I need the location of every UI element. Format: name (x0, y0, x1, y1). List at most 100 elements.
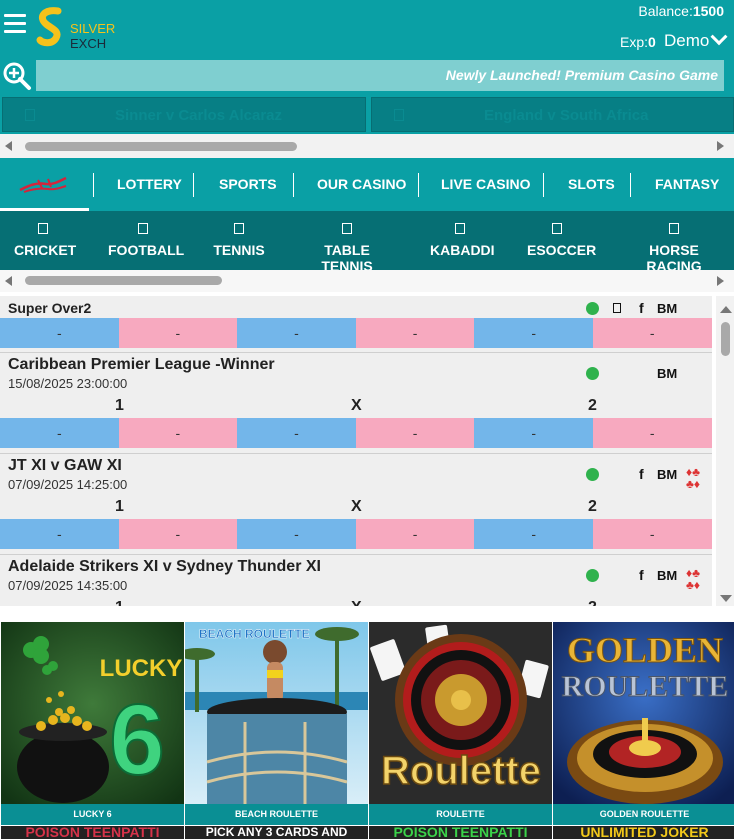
featured-match-title: England v South Africa (484, 107, 649, 124)
casino-games: LUCKY 6 LUCKY 6 BEACH ROULETTE BEACH ROU… (0, 620, 734, 839)
sport-label: FOOTBALL (108, 242, 185, 258)
cards-icon: ♦♣ ♣♦ (686, 566, 700, 592)
nav-our-casino[interactable]: OUR CASINO (317, 176, 406, 192)
lay-odds-cell[interactable]: - (118, 519, 238, 549)
casino-tile-roulette[interactable]: Roulette ROULETTE (369, 622, 552, 825)
back-odds-cell[interactable]: - (474, 519, 593, 549)
event-row[interactable]: Adelaide Strikers XI v Sydney Thunder XI… (0, 555, 712, 606)
event-row[interactable]: Super Over2 f BM - - - - - - (0, 296, 712, 353)
lay-odds-cell[interactable]: - (592, 519, 712, 549)
lay-odds-cell[interactable]: - (355, 418, 475, 448)
bookmaker-badge: BM (657, 467, 678, 482)
scrollbar-thumb[interactable] (25, 142, 297, 151)
golden-roulette-art-text: GOLDEN (567, 630, 723, 670)
sport-tab-esoccer[interactable]: ESOCCER (527, 223, 596, 258)
scroll-right-icon[interactable] (717, 276, 724, 286)
sport-tab-table-tennis[interactable]: TABLE TENNIS (301, 223, 393, 274)
nav-home[interactable] (0, 158, 89, 211)
scroll-left-icon[interactable] (5, 141, 12, 151)
nav-divider (293, 173, 294, 197)
event-date: 15/08/2025 23:00:00 (8, 376, 128, 391)
casino-tile-unlimited-joker[interactable]: UNLIMITED JOKER (553, 826, 734, 839)
event-name[interactable]: JT XI v GAW XI (8, 457, 122, 475)
bookmaker-badge: BM (657, 366, 678, 381)
nav-divider (418, 173, 419, 197)
lay-odds-cell[interactable]: - (592, 318, 712, 348)
event-name[interactable]: Adelaide Strikers XI v Sydney Thunder XI (8, 558, 321, 576)
lay-odds-cell[interactable]: - (118, 318, 238, 348)
back-odds-cell[interactable]: - (237, 318, 356, 348)
menu-icon[interactable] (4, 14, 26, 34)
bookmaker-badge: BM (657, 301, 678, 316)
golden-roulette-artwork: GOLDEN ROULETTE (553, 622, 734, 804)
sport-tab-tennis[interactable]: TENNIS (212, 223, 266, 258)
logo-s-icon (36, 7, 62, 47)
odds-row: - - - - - - (0, 318, 712, 348)
casino-tile-golden-roulette[interactable]: GOLDEN ROULETTE GOLDEN ROULETTE (553, 622, 734, 825)
site-logo[interactable]: SILVER EXCH (36, 7, 148, 51)
odds-row: - - - - - - (0, 418, 712, 448)
nav-lottery[interactable]: LOTTERY (117, 176, 182, 192)
back-odds-cell[interactable]: - (0, 318, 119, 348)
selection-home: 1 (115, 397, 124, 414)
scroll-right-icon[interactable] (717, 141, 724, 151)
casino-tile-caption: BEACH ROULETTE (185, 804, 368, 825)
featured-match[interactable]: Sinner v Carlos Alcaraz (2, 97, 366, 132)
lay-odds-cell[interactable]: - (592, 418, 712, 448)
scrollbar-thumb[interactable] (25, 276, 222, 285)
exposure-display: Exp:0 (620, 34, 656, 50)
back-odds-cell[interactable]: - (0, 519, 119, 549)
nav-fantasy[interactable]: FANTASY (655, 176, 719, 192)
event-name[interactable]: Caribbean Premier League -Winner (8, 356, 275, 374)
back-odds-cell[interactable]: - (237, 418, 356, 448)
back-odds-cell[interactable]: - (474, 418, 593, 448)
featured-scrollbar[interactable] (0, 134, 734, 158)
event-row[interactable]: JT XI v GAW XI 07/09/2025 14:25:00 f BM … (0, 454, 712, 555)
scroll-left-icon[interactable] (5, 276, 12, 286)
featured-match[interactable]: England v South Africa (371, 97, 734, 132)
nav-live-casino[interactable]: LIVE CASINO (441, 176, 530, 192)
casino-tile-pick-3-cards[interactable]: PICK ANY 3 CARDS AND ENJOY (185, 826, 368, 839)
event-row[interactable]: Caribbean Premier League -Winner 15/08/2… (0, 353, 712, 454)
casino-tile-title: POISON TEENPATTI (25, 826, 160, 839)
sports-scrollbar[interactable] (0, 270, 734, 292)
account-dropdown[interactable]: Demo (664, 28, 728, 51)
casino-tile-lucky-6[interactable]: LUCKY 6 LUCKY 6 (1, 622, 184, 825)
scroll-down-icon[interactable] (720, 595, 732, 602)
sport-tab-horse-racing[interactable]: HORSE RACING (625, 223, 723, 274)
back-odds-cell[interactable]: - (0, 418, 119, 448)
events-scrollbar[interactable] (716, 296, 734, 606)
scroll-up-icon[interactable] (720, 306, 732, 313)
nav-sports[interactable]: SPORTS (219, 176, 277, 192)
lay-odds-cell[interactable]: - (355, 519, 475, 549)
casino-tile-title: PICK ANY 3 CARDS AND ENJOY (205, 826, 348, 839)
event-name[interactable]: Super Over2 (8, 300, 91, 316)
news-marquee: Newly Launched! Premium Casino Game (36, 60, 724, 91)
tv-icon (613, 303, 621, 313)
fancy-badge: f (639, 300, 644, 316)
selection-home: 1 (115, 599, 124, 606)
selection-home: 1 (115, 498, 124, 515)
lay-odds-cell[interactable]: - (355, 318, 475, 348)
sport-tab-cricket[interactable]: CRICKET (14, 223, 76, 258)
search-icon[interactable] (2, 61, 32, 91)
back-odds-cell[interactable]: - (474, 318, 593, 348)
selection-draw: X (351, 498, 362, 515)
nav-divider (193, 173, 194, 197)
featured-matches-strip: Sinner v Carlos Alcaraz England v South … (0, 96, 734, 134)
football-icon (138, 223, 148, 234)
scrollbar-thumb[interactable] (721, 322, 730, 356)
casino-tile-beach-roulette[interactable]: BEACH ROULETTE BEACH ROULETTE (185, 622, 368, 825)
sport-tab-football[interactable]: FOOTBALL (108, 223, 184, 258)
back-odds-cell[interactable]: - (237, 519, 356, 549)
lay-odds-cell[interactable]: - (118, 418, 238, 448)
nav-slots[interactable]: SLOTS (568, 176, 615, 192)
casino-tile-poison-teenpatti[interactable]: POISON TEENPATTI (1, 826, 184, 839)
sport-tab-kabaddi[interactable]: KABADDI (430, 223, 495, 258)
nav-divider (630, 173, 631, 197)
balance-display: Balance:1500 (638, 3, 724, 19)
odds-row: - - - - - - (0, 519, 712, 549)
live-status-dot (586, 569, 599, 582)
casino-tile-poison-teenpatti-2[interactable]: POISON TEENPATTI (369, 826, 552, 839)
logo-text: SILVER EXCH (70, 21, 116, 51)
